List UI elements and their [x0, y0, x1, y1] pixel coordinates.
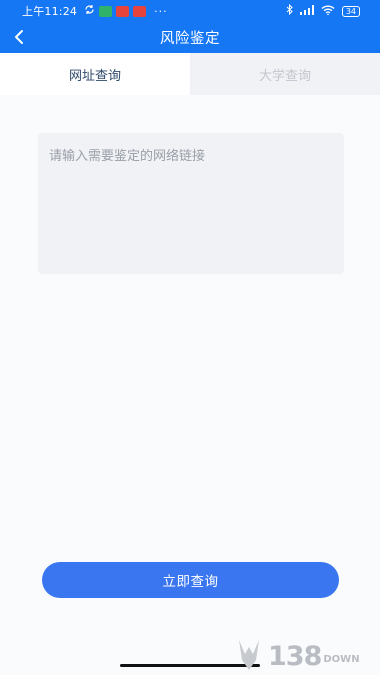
- tab-url-query[interactable]: 网址查询: [0, 53, 190, 95]
- signal-icon: [299, 4, 314, 18]
- sync-icon: [84, 4, 95, 18]
- status-left: 上午11:24 ···: [22, 3, 168, 19]
- wifi-icon: [321, 5, 335, 18]
- battery-level: 34: [345, 6, 356, 16]
- watermark: 138 DOWN: [236, 638, 378, 675]
- app-header: 上午11:24 ··· 34 风险鉴定: [0, 0, 380, 53]
- status-time: 上午11:24: [22, 5, 78, 18]
- page-title: 风险鉴定: [160, 31, 220, 47]
- status-bar: 上午11:24 ··· 34: [0, 0, 380, 22]
- url-input[interactable]: [38, 133, 344, 274]
- watermark-number: 138: [268, 641, 322, 672]
- bluetooth-icon: [286, 3, 293, 18]
- nav-bar: 风险鉴定: [0, 22, 380, 53]
- battery-icon: 34: [341, 5, 360, 17]
- query-now-button[interactable]: 立即查询: [42, 562, 339, 598]
- watermark-suffix: DOWN: [323, 654, 360, 665]
- notification-badge-icon: [116, 5, 130, 17]
- back-button[interactable]: [6, 24, 32, 50]
- query-tabs: 网址查询 大学查询: [0, 53, 380, 95]
- notification-badge-icon: [133, 5, 147, 17]
- notification-badge-icon: [99, 5, 113, 17]
- chevron-left-icon: [15, 30, 23, 44]
- status-right: 34: [286, 3, 360, 18]
- tab-university-query[interactable]: 大学查询: [190, 53, 380, 95]
- watermark-logo-icon: [236, 638, 262, 675]
- more-notifications-icon: ···: [154, 4, 168, 18]
